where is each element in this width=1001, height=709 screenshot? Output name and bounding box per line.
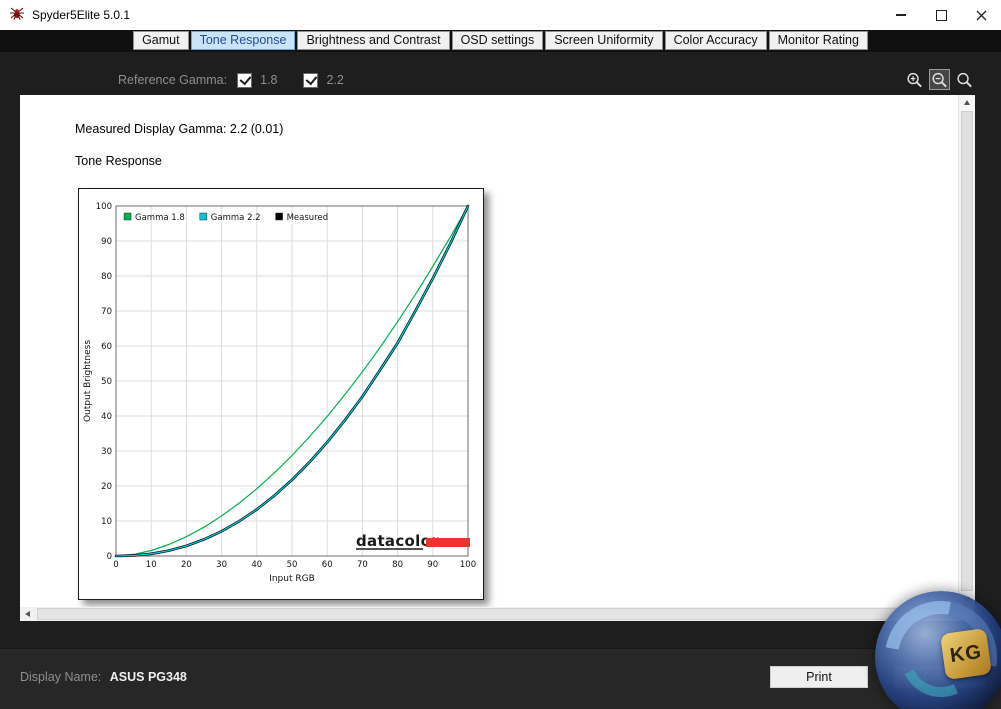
svg-text:10: 10 bbox=[146, 560, 157, 570]
app-window: Spyder5Elite 5.0.1 Gamut Tone Response B… bbox=[0, 0, 1001, 709]
svg-text:Measured: Measured bbox=[287, 213, 329, 223]
maximize-button[interactable] bbox=[921, 0, 961, 30]
tab-screen-uniformity[interactable]: Screen Uniformity bbox=[545, 31, 663, 50]
gamma-2-2-label: 2.2 bbox=[326, 73, 344, 87]
tone-response-chart-svg: 0 10 20 30 40 50 60 70 80 90 100 0 10 20 30 40 50 60 70 80 9… bbox=[83, 202, 476, 584]
tab-gamut[interactable]: Gamut bbox=[133, 31, 189, 50]
tab-brightness-and-contrast[interactable]: Brightness and Contrast bbox=[297, 31, 450, 50]
reference-gamma-row: Reference Gamma: 1.8 2.2 bbox=[0, 66, 1001, 94]
svg-text:90: 90 bbox=[427, 560, 438, 570]
horizontal-scrollbar-track[interactable] bbox=[35, 607, 943, 621]
svg-text:100: 100 bbox=[96, 202, 112, 212]
scroll-left-button[interactable] bbox=[20, 607, 35, 621]
zoom-out-icon bbox=[932, 72, 947, 87]
svg-text:90: 90 bbox=[101, 237, 112, 247]
gamma-1-8-checkbox[interactable] bbox=[237, 72, 253, 88]
maximize-icon bbox=[935, 9, 947, 21]
tab-osd-settings[interactable]: OSD settings bbox=[451, 31, 544, 50]
zoom-fit-button[interactable] bbox=[954, 69, 975, 90]
svg-text:0: 0 bbox=[113, 560, 118, 570]
display-name-label: Display Name: bbox=[20, 670, 102, 684]
zoom-in-button[interactable] bbox=[904, 69, 925, 90]
spyder-app-icon bbox=[9, 5, 25, 26]
scroll-up-button[interactable] bbox=[959, 95, 975, 110]
titlebar: Spyder5Elite 5.0.1 bbox=[0, 0, 1001, 30]
svg-text:100: 100 bbox=[460, 560, 476, 570]
svg-text:20: 20 bbox=[101, 482, 112, 492]
minimize-icon bbox=[896, 14, 906, 16]
gamma-1-8-label: 1.8 bbox=[260, 73, 278, 87]
zoom-in-icon bbox=[907, 72, 922, 87]
svg-text:20: 20 bbox=[181, 560, 192, 570]
zoom-toolbar bbox=[904, 69, 975, 90]
zoom-out-button[interactable] bbox=[929, 69, 950, 90]
titlebar-left: Spyder5Elite 5.0.1 bbox=[0, 5, 130, 26]
display-name: Display Name: ASUS PG348 bbox=[20, 670, 187, 684]
svg-text:80: 80 bbox=[101, 272, 112, 282]
svg-text:40: 40 bbox=[251, 560, 262, 570]
print-button[interactable]: Print bbox=[770, 666, 868, 688]
content-panel: Measured Display Gamma: 2.2 (0.01) Tone … bbox=[20, 95, 975, 621]
horizontal-scrollbar[interactable] bbox=[20, 607, 958, 621]
vertical-scrollbar[interactable] bbox=[958, 95, 975, 607]
watermark-badge: KG bbox=[940, 628, 992, 680]
svg-text:70: 70 bbox=[357, 560, 368, 570]
svg-text:50: 50 bbox=[287, 560, 298, 570]
measured-gamma-text: Measured Display Gamma: 2.2 (0.01) bbox=[75, 122, 284, 136]
scroll-up-icon bbox=[964, 100, 970, 105]
reference-gamma-label: Reference Gamma: bbox=[118, 73, 228, 87]
svg-text:60: 60 bbox=[322, 560, 333, 570]
window-controls bbox=[881, 0, 1001, 30]
svg-text:30: 30 bbox=[101, 447, 112, 457]
vertical-scrollbar-track[interactable] bbox=[961, 111, 973, 591]
svg-text:Output Brightness: Output Brightness bbox=[83, 340, 93, 422]
close-icon bbox=[976, 10, 986, 20]
display-name-value: ASUS PG348 bbox=[109, 670, 187, 684]
scroll-content: Measured Display Gamma: 2.2 (0.01) Tone … bbox=[20, 95, 958, 607]
tab-tone-response[interactable]: Tone Response bbox=[190, 31, 296, 50]
vertical-scrollbar-thumb[interactable] bbox=[961, 111, 973, 591]
zoom-fit-icon bbox=[957, 72, 972, 87]
svg-text:30: 30 bbox=[216, 560, 227, 570]
window-title: Spyder5Elite 5.0.1 bbox=[32, 8, 131, 22]
tab-color-accuracy[interactable]: Color Accuracy bbox=[664, 31, 767, 50]
svg-text:70: 70 bbox=[101, 307, 112, 317]
svg-text:40: 40 bbox=[101, 412, 112, 422]
svg-text:Gamma 2.2: Gamma 2.2 bbox=[211, 213, 261, 223]
horizontal-scrollbar-thumb[interactable] bbox=[37, 608, 909, 620]
svg-text:80: 80 bbox=[392, 560, 403, 570]
scroll-left-icon bbox=[25, 611, 30, 617]
svg-text:Input RGB: Input RGB bbox=[269, 574, 315, 584]
gamma-2-2-checkbox[interactable] bbox=[303, 72, 319, 88]
svg-text:Gamma 1.8: Gamma 1.8 bbox=[135, 213, 185, 223]
section-title: Tone Response bbox=[75, 154, 162, 168]
kitguru-watermark: KG bbox=[863, 579, 1001, 709]
tab-monitor-rating[interactable]: Monitor Rating bbox=[768, 31, 868, 50]
tab-bar: Gamut Tone Response Brightness and Contr… bbox=[0, 30, 1001, 52]
minimize-button[interactable] bbox=[881, 0, 921, 30]
watermark-text: KG bbox=[948, 640, 984, 667]
svg-text:0: 0 bbox=[107, 552, 112, 562]
titlebar-close-button[interactable] bbox=[961, 0, 1001, 30]
svg-text:10: 10 bbox=[101, 517, 112, 527]
svg-text:50: 50 bbox=[101, 377, 112, 387]
footer: Display Name: ASUS PG348 Print Close bbox=[0, 648, 1001, 709]
tone-response-chart: 0 10 20 30 40 50 60 70 80 90 100 0 10 20 30 40 50 60 70 80 9… bbox=[78, 188, 484, 600]
svg-text:60: 60 bbox=[101, 342, 112, 352]
